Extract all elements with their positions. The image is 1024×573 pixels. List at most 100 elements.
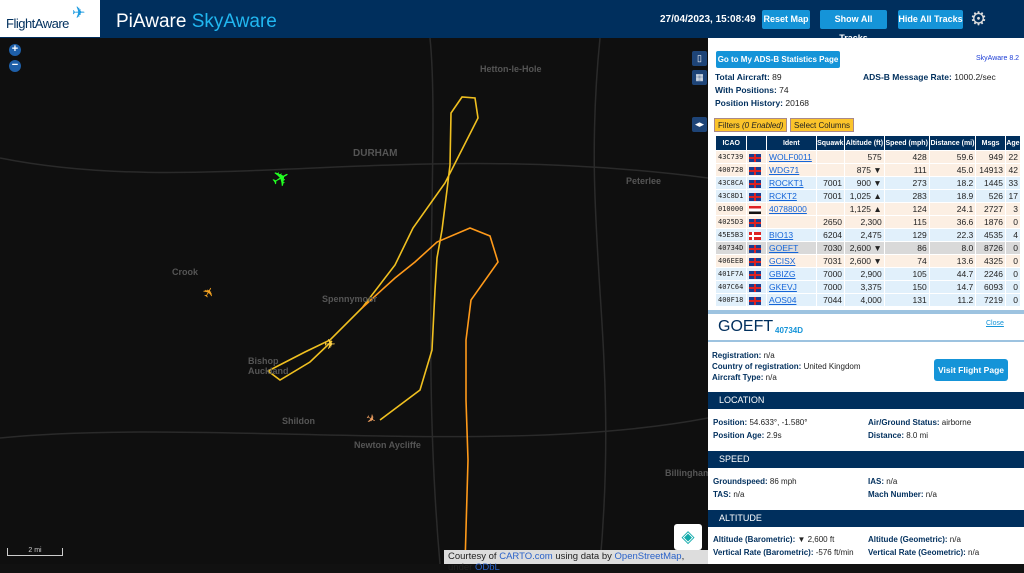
age: 0 [1005, 268, 1020, 280]
squawk: 7001 [816, 190, 845, 202]
ident: GOEFT [767, 242, 816, 254]
table-row[interactable]: 401F7A GBIZG 7000 2,900 105 44.7 2246 0 [716, 268, 1020, 280]
hide-all-tracks-button[interactable]: Hide All Tracks [898, 10, 963, 29]
table-row[interactable]: 400F18 AOS04 7044 4,000 131 11.2 7219 0 [716, 294, 1020, 306]
aircraft-table: ICAO Ident Squawk Altitude (ft) Speed (mph) D… [715, 135, 1021, 307]
select-columns-button[interactable]: Select Columns [790, 118, 855, 132]
icao: 407C64 [716, 281, 747, 293]
version-link[interactable]: SkyAware 8.2 [976, 55, 1019, 62]
map-label: Bishop Auckland [248, 356, 289, 376]
flag-icon [747, 242, 767, 254]
table-row[interactable]: 43C8CA ROCKT1 7001 900 ▼ 273 18.2 1445 3… [716, 177, 1020, 189]
column-header[interactable]: Ident [767, 136, 816, 150]
msgs: 7219 [976, 294, 1005, 306]
show-all-tracks-button[interactable]: Show All Tracks [820, 10, 887, 43]
toggle-sidebar-icon[interactable]: ◂▸ [692, 117, 707, 132]
table-row[interactable]: 43C739 WOLF0011 575 428 59.6 949 22 [716, 151, 1020, 163]
selected-ident: GOEFT [718, 318, 774, 335]
msgs: 4325 [976, 255, 1005, 267]
ident-link[interactable]: WOLF0011 [769, 152, 812, 162]
stats-page-button[interactable]: Go to My ADS-B Statistics Page [716, 51, 840, 68]
distance: 14.7 [929, 281, 976, 293]
flag-icon [747, 203, 767, 215]
msgs: 2727 [976, 203, 1005, 215]
age: 33 [1005, 177, 1020, 189]
table-row[interactable]: 4025D3 2650 2,300 115 36.6 1876 0 [716, 216, 1020, 228]
ident-link[interactable]: BIO13 [769, 230, 793, 240]
icao: 400F18 [716, 294, 747, 306]
close-link[interactable]: Close [986, 320, 1004, 327]
value: ▼ 2,600 ft [797, 535, 835, 544]
gear-icon[interactable]: ⚙ [970, 8, 987, 31]
visit-flight-page-button[interactable]: Visit Flight Page [934, 359, 1008, 381]
squawk: 7000 [816, 281, 845, 293]
distance: 44.7 [929, 268, 976, 280]
ident-link[interactable]: WDG71 [769, 165, 799, 175]
table-row[interactable]: 43C8D1 RCKT2 7001 1,025 ▲ 283 18.9 526 1… [716, 190, 1020, 202]
age: 22 [1005, 151, 1020, 163]
column-header[interactable]: Altitude (ft) [845, 136, 884, 150]
label: Vertical Rate (Barometric): [713, 548, 814, 557]
value: 8.0 mi [906, 431, 929, 440]
filters-button[interactable]: Filters (0 Enabled) [714, 118, 788, 132]
map-view-icon[interactable]: ▯ [692, 51, 707, 66]
column-header[interactable]: Speed (mph) [884, 136, 929, 150]
table-row[interactable]: 45E5B3 BIO13 6204 2,475 129 22.3 4535 4 [716, 229, 1020, 241]
selected-aircraft-panel: GOEFT 40734D Close Registration: n/a Cou… [708, 310, 1024, 564]
position: Position: 54.633°, -1.580° [713, 418, 807, 428]
flightaware-logo[interactable]: ✈ FlightAware [0, 0, 100, 37]
table-row[interactable]: 400728 WDG71 875 ▼ 111 45.0 14913 42 [716, 164, 1020, 176]
position-age: Position Age: 2.9s [713, 431, 782, 441]
distance: 45.0 [929, 164, 976, 176]
label: Position Age: [713, 431, 765, 440]
osm-link[interactable]: OpenStreetMap [615, 551, 682, 562]
attr-text: using data by [555, 551, 612, 562]
label: Position History: [715, 98, 784, 108]
label: With Positions: [715, 85, 777, 95]
carto-link[interactable]: CARTO.com [499, 551, 553, 562]
aircraft-type: Aircraft Type: n/a [712, 373, 777, 383]
grid-icon[interactable]: ▦ [692, 70, 707, 85]
column-header[interactable]: Distance (mi) [929, 136, 976, 150]
label: Country of registration: [712, 362, 802, 371]
ident-link[interactable]: GKEVJ [769, 282, 797, 292]
map[interactable]: ✈ ✈ ✈ ✈ Hetton-le-Hole DURHAM Peterlee C… [0, 38, 708, 564]
speed: 74 [884, 255, 929, 267]
icao: 43C8D1 [716, 190, 747, 202]
reset-map-button[interactable]: Reset Map [762, 10, 810, 29]
table-row[interactable]: 407C64 GKEVJ 7000 3,375 150 14.7 6093 0 [716, 281, 1020, 293]
icao: 43C739 [716, 151, 747, 163]
layers-icon[interactable]: ◈ [674, 524, 702, 550]
ident-link[interactable]: 40788000 [769, 204, 807, 214]
scale-bar: 2 mi [7, 547, 63, 556]
ident-link[interactable]: GOEFT [769, 243, 798, 253]
ident-link[interactable]: AOS04 [769, 295, 796, 305]
ident-link[interactable]: ROCKT1 [769, 178, 803, 188]
aircraft-selected-icon[interactable]: ✈ [324, 336, 336, 353]
zoom-in-button[interactable]: + [9, 44, 21, 56]
table-row[interactable]: 406EEB GCISX 7031 2,600 ▼ 74 13.6 4325 0 [716, 255, 1020, 267]
column-header[interactable]: Msgs [976, 136, 1005, 150]
ident: GCISX [767, 255, 816, 267]
table-row[interactable]: 40734D GOEFT 7030 2,600 ▼ 86 8.0 8726 0 [716, 242, 1020, 254]
ident-link[interactable]: GBIZG [769, 269, 795, 279]
value: 20168 [785, 98, 810, 108]
icao: 010000 [716, 203, 747, 215]
zoom-out-button[interactable]: − [9, 60, 21, 72]
value: n/a [886, 477, 898, 486]
altitude: 1,125 ▲ [845, 203, 884, 215]
ident-link[interactable]: RCKT2 [769, 191, 797, 201]
message-rate: ADS-B Message Rate: 1000.2/sec [863, 72, 996, 82]
table-row[interactable]: 010000 40788000 1,125 ▲ 124 24.1 2727 3 [716, 203, 1020, 215]
column-header[interactable]: Age [1005, 136, 1020, 150]
registration: Registration: n/a [712, 351, 775, 361]
squawk [816, 151, 845, 163]
age: 0 [1005, 294, 1020, 306]
column-header[interactable]: Squawk [816, 136, 845, 150]
column-header[interactable]: ICAO [716, 136, 747, 150]
msgs: 8726 [976, 242, 1005, 254]
value: -576 ft/min [815, 548, 854, 557]
position-history: Position History: 20168 [715, 98, 809, 108]
ident-link[interactable]: GCISX [769, 256, 795, 266]
column-header[interactable] [747, 136, 767, 150]
